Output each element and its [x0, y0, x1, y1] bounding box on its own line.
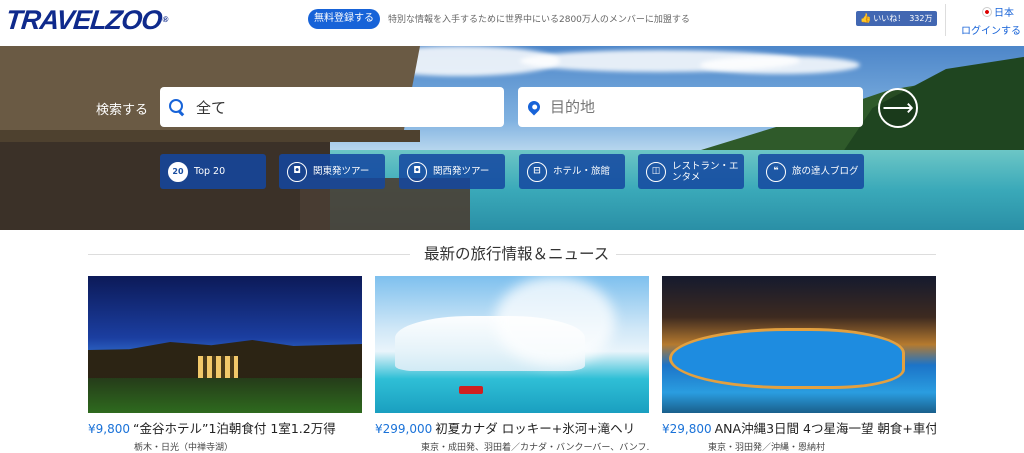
- hero-search-banner: 検索する ⟶ 20 Top 20 ◘ 関東発ツアー ◘ 関西発ツアー ⊟ ホテル…: [0, 46, 1024, 230]
- waterfall-mist: [495, 276, 615, 366]
- bed-icon: ⊟: [527, 161, 547, 182]
- ticket-icon: ◫: [646, 161, 666, 182]
- hotel-windows: [198, 356, 238, 378]
- category-label: レストラン・エンタメ: [672, 160, 739, 183]
- like-count: 332万: [909, 14, 933, 23]
- facebook-like-button[interactable]: 👍 いいね！ 332万: [856, 11, 937, 26]
- category-kansai-tours[interactable]: ◘ 関西発ツアー: [399, 154, 505, 189]
- deal-title[interactable]: “金谷ホテル”1泊朝食付 1室1.2万得: [133, 421, 336, 436]
- deal-price: ¥299,000: [375, 422, 433, 436]
- deal-meta: ¥9,800 “金谷ホテル”1泊朝食付 1室1.2万得: [88, 413, 362, 437]
- location-pin-icon: [525, 98, 543, 116]
- destination-search-field[interactable]: [518, 87, 863, 127]
- quote-icon: ❝: [766, 161, 786, 182]
- deal-location: 栃木・日光（中禅寺湖）: [134, 443, 234, 453]
- country-label: 日本: [994, 8, 1014, 19]
- deal-card[interactable]: ¥29,800 ANA沖縄3日間 4つ星海一望 朝食+車付 東京・羽田発／沖縄・恩…: [662, 276, 936, 453]
- category-travel-blog[interactable]: ❝ 旅の達人ブログ: [758, 154, 864, 189]
- travelzoo-logo[interactable]: TRAVELZOO®: [4, 4, 169, 36]
- tour-boat: [459, 386, 483, 394]
- deal-meta: ¥299,000 初夏カナダ ロッキー+氷河+滝ヘリ: [375, 413, 649, 437]
- top20-icon: 20: [168, 161, 188, 182]
- deal-card[interactable]: ¥299,000 初夏カナダ ロッキー+氷河+滝ヘリ 東京・成田発、羽田着／カナダ…: [375, 276, 649, 453]
- deal-title[interactable]: ANA沖縄3日間 4つ星海一望 朝食+車付: [715, 421, 936, 436]
- camera-icon: ◘: [407, 161, 427, 182]
- category-kanto-tours[interactable]: ◘ 関東発ツアー: [279, 154, 385, 189]
- header-tagline: 特別な情報を入手するために世界中にいる2800万人のメンバーに加盟する: [388, 15, 690, 25]
- deal-image-resort-pool[interactable]: [662, 276, 936, 413]
- logo-text: TRAVELZOO: [4, 5, 164, 35]
- deal-meta: ¥29,800 ANA沖縄3日間 4つ星海一望 朝食+車付: [662, 413, 936, 437]
- category-label: Top 20: [194, 166, 226, 177]
- japan-flag-icon: [982, 7, 992, 17]
- login-link[interactable]: ログインする: [961, 22, 1021, 37]
- search-submit-arrow-button[interactable]: ⟶: [878, 88, 918, 128]
- deal-price: ¥29,800: [662, 422, 712, 436]
- search-label: 検索する: [96, 103, 149, 118]
- destination-input[interactable]: [548, 97, 838, 117]
- hero-bungalow-roof-edge: [0, 130, 420, 142]
- deal-card[interactable]: ¥9,800 “金谷ホテル”1泊朝食付 1室1.2万得 栃木・日光（中禅寺湖）: [88, 276, 362, 453]
- deal-image-waterfall[interactable]: [375, 276, 649, 413]
- category-top20[interactable]: 20 Top 20: [160, 154, 266, 189]
- top-header: TRAVELZOO® 無料登録する 特別な情報を入手するために世界中にいる280…: [0, 0, 1024, 46]
- category-label: 関西発ツアー: [433, 166, 490, 177]
- free-register-button[interactable]: 無料登録する: [308, 9, 380, 29]
- resort-pool: [672, 331, 902, 386]
- section-divider-right: [616, 254, 936, 255]
- deal-title[interactable]: 初夏カナダ ロッキー+氷河+滝ヘリ: [435, 421, 635, 436]
- like-label: いいね！: [873, 14, 906, 23]
- category-restaurants-entertainment[interactable]: ◫ レストラン・エンタメ: [638, 154, 744, 189]
- category-label: 関東発ツアー: [313, 166, 370, 177]
- hero-cloud: [700, 56, 860, 74]
- category-hotels-ryokan[interactable]: ⊟ ホテル・旅館: [519, 154, 625, 189]
- camera-icon: ◘: [287, 161, 307, 182]
- country-selector[interactable]: 日本: [982, 4, 1014, 19]
- deal-location: 東京・羽田発／沖縄・恩納村: [708, 443, 826, 453]
- news-section-title: 最新の旅行情報＆ニュース: [424, 245, 610, 263]
- header-divider: [945, 4, 946, 36]
- thumbs-up-icon: 👍: [860, 14, 872, 24]
- category-label: 旅の達人ブログ: [792, 166, 859, 177]
- category-label: ホテル・旅館: [553, 166, 611, 177]
- keyword-input[interactable]: [194, 97, 484, 117]
- keyword-search-field[interactable]: [160, 87, 504, 127]
- search-icon: [168, 98, 186, 116]
- section-divider-left: [88, 254, 410, 255]
- deal-price: ¥9,800: [88, 422, 130, 436]
- deal-location: 東京・成田発、羽田着／カナダ・バンクーバー、バンフ...: [421, 443, 649, 453]
- logo-mark: ®: [162, 15, 168, 24]
- deal-image-hotel[interactable]: [88, 276, 362, 413]
